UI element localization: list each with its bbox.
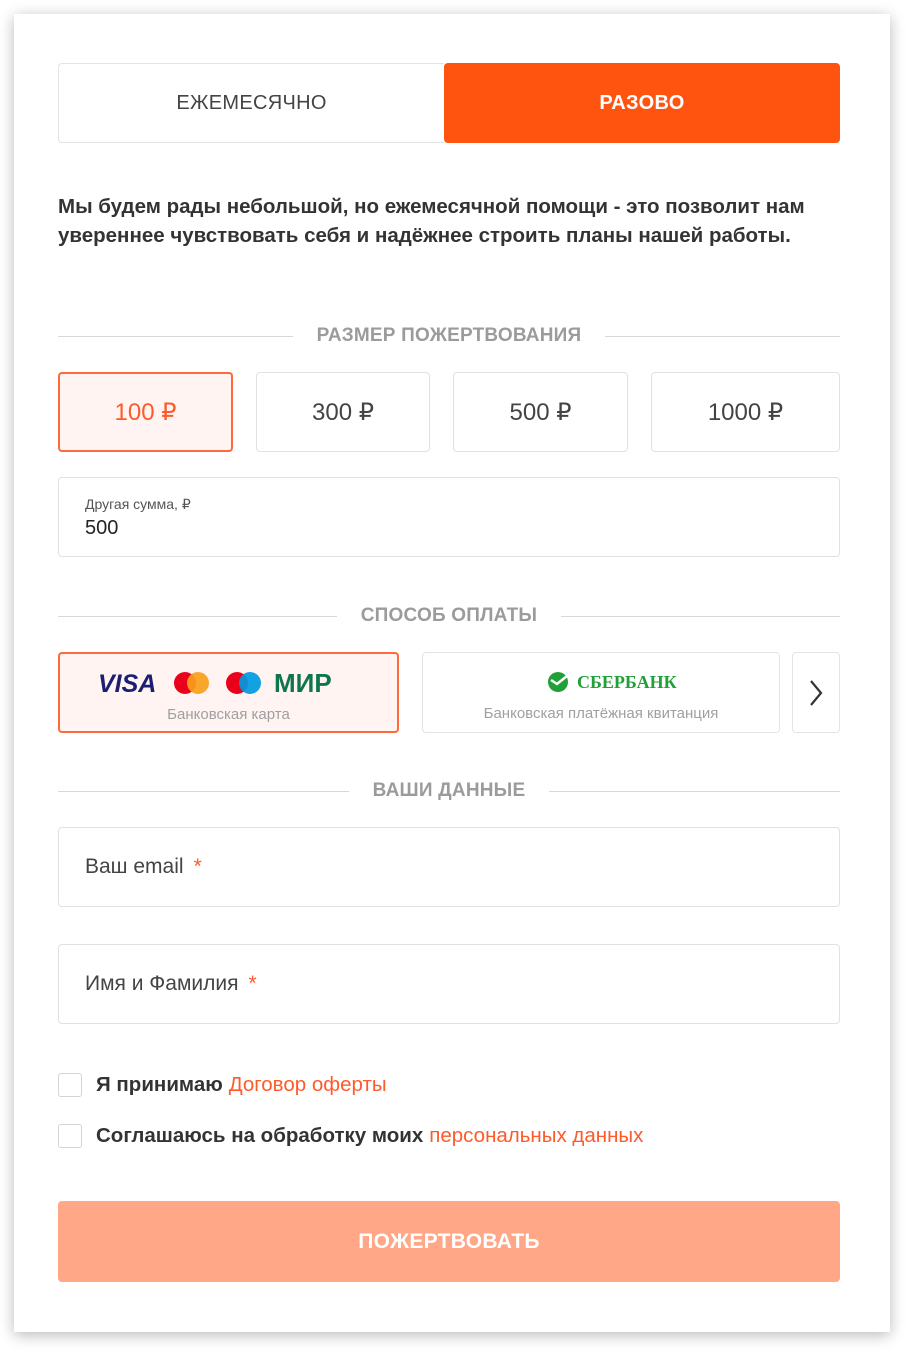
tab-once[interactable]: РАЗОВО [444, 63, 840, 143]
payment-method-bank-card[interactable]: VISA МИР Банковская карта [58, 652, 399, 733]
name-placeholder: Имя и Фамилия [85, 972, 239, 995]
amount-option-300[interactable]: 300 ₽ [256, 372, 430, 452]
offer-agreement-text: Я принимаю [96, 1073, 223, 1096]
amount-option-500[interactable]: 500 ₽ [453, 372, 628, 452]
offer-agreement-checkbox[interactable] [58, 1073, 82, 1097]
other-amount-value[interactable]: 500 [85, 517, 813, 540]
scroll-fade [719, 653, 779, 732]
svg-text:СБЕРБАНК: СБЕРБАНК [577, 672, 677, 692]
required-mark: * [193, 855, 202, 878]
offer-agreement-row: Я принимаю Договор оферты [58, 1073, 387, 1097]
divider [58, 335, 293, 337]
personal-data-checkbox[interactable] [58, 1124, 82, 1148]
payment-method-separator: СПОСОБ ОПЛАТЫ [58, 601, 840, 631]
payment-method-sberbank-receipt[interactable]: СБЕРБАНК Банковская платёжная квитанция [422, 652, 780, 733]
frequency-tabs: ЕЖЕМЕСЯЧНО РАЗОВО [58, 63, 840, 143]
amount-option-100[interactable]: 100 ₽ [58, 372, 233, 452]
name-field[interactable]: Имя и Фамилия * [58, 944, 840, 1024]
donate-button[interactable]: ПОЖЕРТВОВАТЬ [58, 1201, 840, 1282]
donation-size-separator: РАЗМЕР ПОЖЕРТВОВАНИЯ [58, 321, 841, 351]
visa-logo: VISA [98, 670, 156, 698]
email-placeholder: Ваш email [85, 855, 184, 878]
email-field[interactable]: Ваш email * [58, 827, 840, 907]
mastercard-icon [174, 672, 209, 694]
personal-data-row: Соглашаюсь на обработку моих персональны… [58, 1124, 643, 1148]
tab-monthly[interactable]: ЕЖЕМЕСЯЧНО [58, 63, 444, 143]
donation-card: ЕЖЕМЕСЯЧНО РАЗОВО Мы будем рады небольшо… [14, 14, 890, 1332]
user-data-separator: ВАШИ ДАННЫЕ [58, 776, 841, 806]
divider [58, 615, 337, 617]
offer-agreement-link[interactable]: Договор оферты [229, 1073, 387, 1097]
donation-size-heading: РАЗМЕР ПОЖЕРТВОВАНИЯ [316, 325, 582, 346]
payment-method-heading: СПОСОБ ОПЛАТЫ [360, 605, 538, 626]
divider [561, 615, 840, 617]
mir-logo: МИР [274, 668, 332, 698]
divider [549, 790, 841, 792]
personal-data-text: Соглашаюсь на обработку моих [96, 1124, 424, 1147]
personal-data-link[interactable]: персональных данных [429, 1124, 643, 1148]
bank-card-label: Банковская карта [167, 706, 290, 723]
maestro-icon [226, 672, 261, 694]
description-text: Мы будем рады небольшой, но ежемесячной … [58, 195, 805, 247]
divider [605, 335, 841, 337]
required-mark: * [248, 972, 257, 995]
chevron-right-icon [810, 679, 823, 706]
divider [58, 790, 349, 792]
payment-next-arrow[interactable] [792, 652, 840, 733]
user-data-heading: ВАШИ ДАННЫЕ [372, 780, 526, 801]
sberbank-icon [548, 672, 568, 692]
other-amount-label: Другая сумма, ₽ [85, 496, 191, 512]
amount-option-1000[interactable]: 1000 ₽ [651, 372, 840, 452]
other-amount-field[interactable]: Другая сумма, ₽ 500 [58, 477, 840, 557]
card-logos: VISA МИР [98, 668, 332, 698]
